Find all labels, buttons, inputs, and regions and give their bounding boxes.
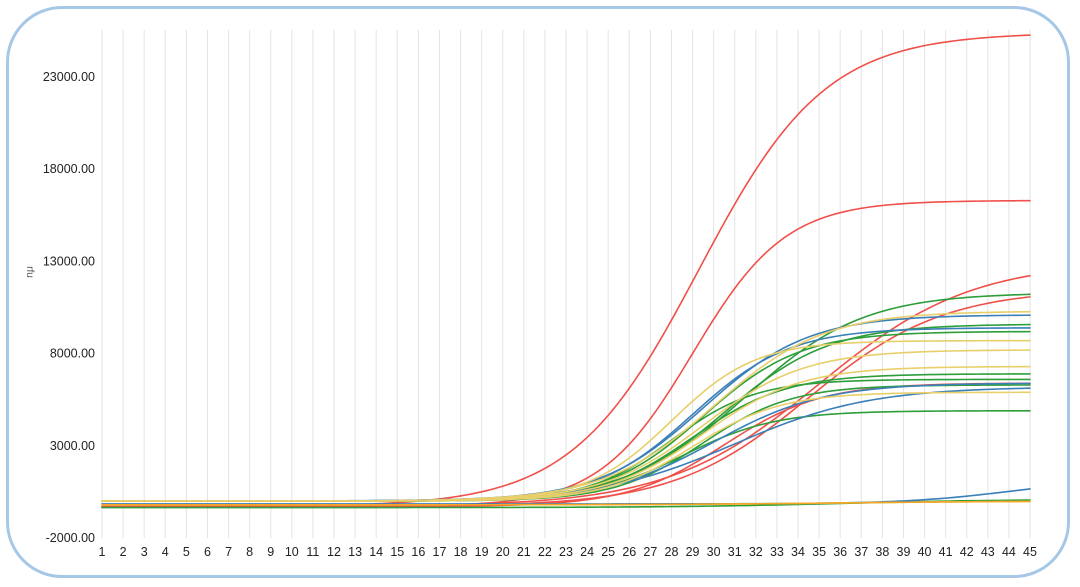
x-tick-label: 37 [854, 545, 868, 559]
y-tick-label: 18000.00 [43, 162, 95, 176]
x-tick-label: 6 [204, 545, 211, 559]
x-tick-label: 45 [1023, 545, 1037, 559]
x-tick-label: 11 [306, 545, 319, 559]
x-tick-label: 39 [897, 545, 911, 559]
x-tick-label: 42 [960, 545, 974, 559]
y-tick-label: 13000.00 [43, 254, 95, 268]
x-tick-label: 28 [665, 545, 679, 559]
x-tick-label: 34 [791, 545, 805, 559]
y-tick-label: 8000.00 [50, 347, 95, 361]
x-tick-label: 3 [141, 545, 148, 559]
amplification-chart: 23000.00 18000.00 13000.00 8000.00 3000.00 -2… [24, 30, 1037, 559]
y-axis-ticks: 23000.00 18000.00 13000.00 8000.00 3000.00 -2… [43, 70, 95, 545]
x-tick-label: 5 [183, 545, 190, 559]
x-tick-label: 1 [99, 545, 106, 559]
x-tick-label: 13 [348, 545, 362, 559]
gridlines [101, 30, 1031, 538]
x-tick-label: 2 [120, 545, 127, 559]
x-tick-label: 40 [918, 545, 932, 559]
x-tick-label: 27 [643, 545, 657, 559]
x-tick-label: 17 [433, 545, 447, 559]
x-tick-label: 35 [812, 545, 826, 559]
x-tick-label: 14 [369, 545, 383, 559]
x-tick-label: 32 [749, 545, 763, 559]
x-tick-label: 8 [246, 545, 253, 559]
x-tick-label: 36 [833, 545, 847, 559]
y-tick-label: 23000.00 [43, 70, 95, 84]
x-tick-label: 25 [601, 545, 615, 559]
x-tick-label: 30 [707, 545, 721, 559]
x-tick-label: 15 [390, 545, 404, 559]
x-tick-label: 19 [475, 545, 489, 559]
x-tick-label: 7 [225, 545, 232, 559]
x-tick-label: 18 [454, 545, 468, 559]
y-tick-label: -2000.00 [46, 531, 95, 545]
x-tick-label: 44 [1002, 545, 1016, 559]
y-tick-label: 3000.00 [50, 439, 95, 453]
y-axis-label: rfu [24, 266, 35, 278]
x-tick-label: 12 [327, 545, 341, 559]
x-tick-label: 9 [267, 545, 274, 559]
x-axis-ticks: 1 2 3 4 5 6 7 8 9 10 11 12 13 14 15 16 17 18 19 20 21 22 23 24 2… [99, 545, 1037, 559]
x-tick-label: 21 [517, 545, 531, 559]
x-tick-label: 20 [496, 545, 510, 559]
x-tick-label: 43 [981, 545, 995, 559]
x-tick-label: 31 [728, 545, 742, 559]
x-tick-label: 38 [875, 545, 889, 559]
x-tick-label: 29 [686, 545, 700, 559]
x-tick-label: 16 [411, 545, 425, 559]
x-tick-label: 10 [285, 545, 299, 559]
x-tick-label: 22 [538, 545, 552, 559]
x-tick-label: 26 [622, 545, 636, 559]
x-tick-label: 23 [559, 545, 573, 559]
x-tick-label: 4 [162, 545, 169, 559]
x-tick-label: 41 [939, 545, 953, 559]
x-tick-label: 33 [770, 545, 784, 559]
x-tick-label: 24 [580, 545, 594, 559]
